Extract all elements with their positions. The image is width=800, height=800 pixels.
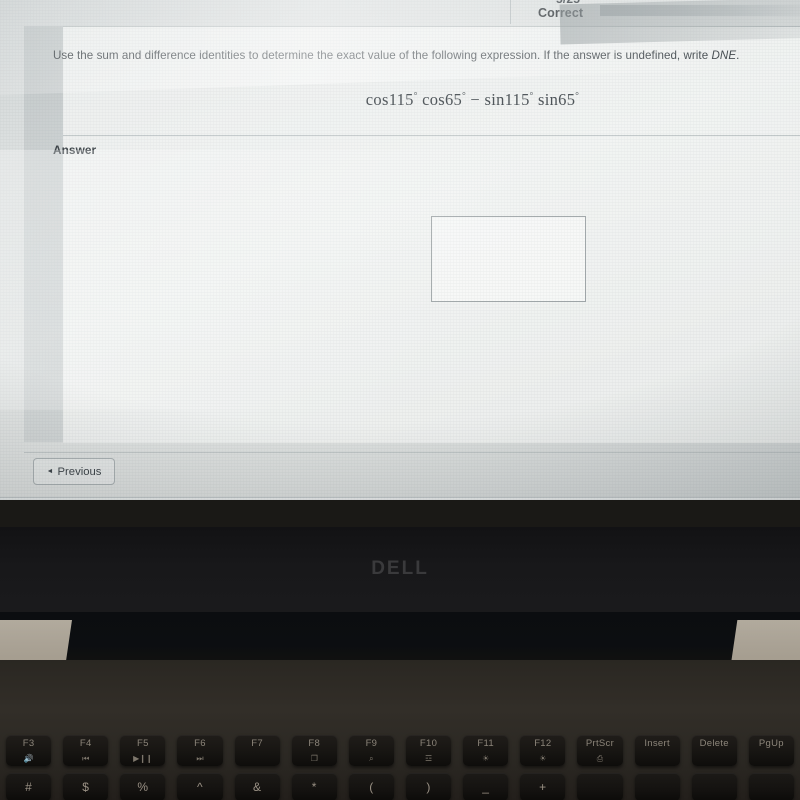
key-glyph-icon: ☀ (482, 754, 490, 763)
key-label: F8 (308, 738, 321, 749)
key-label: F6 (194, 738, 206, 749)
key-pgup[interactable]: PgUp (748, 735, 794, 766)
key-label: + (539, 780, 547, 794)
key-symbol-4[interactable]: & (234, 773, 280, 800)
laptop-photo: 5/25 Correct Use the sum and difference … (0, 0, 800, 800)
key-label: F10 (419, 738, 438, 749)
dell-logo: DELL (371, 558, 429, 579)
key-f8[interactable]: F8 ❐ (291, 735, 337, 766)
key-symbol-12[interactable] (691, 773, 737, 800)
key-prtscr[interactable]: PrtScr ⎙ (577, 735, 623, 766)
key-label: $ (82, 780, 90, 794)
key-symbol-11[interactable] (634, 773, 680, 800)
key-symbol-5[interactable]: * (291, 773, 337, 800)
laptop-screen: 5/25 Correct Use the sum and difference … (0, 0, 800, 500)
key-label: ( (369, 780, 374, 794)
key-symbol-13[interactable] (748, 773, 794, 800)
key-label: % (137, 780, 149, 794)
key-label: F4 (79, 738, 92, 749)
key-symbol-3[interactable]: ^ (177, 773, 223, 800)
keyboard-number-row: # $% ^ & * () _ + (0, 773, 800, 800)
key-glyph-icon: 🔊 (23, 754, 34, 763)
key-f5[interactable]: F5 ▶❙❙ (120, 735, 166, 766)
key-label: & (252, 780, 262, 794)
key-label: F12 (534, 738, 552, 749)
key-f3[interactable]: F3 🔊 (6, 735, 52, 766)
key-label: PgUp (758, 738, 784, 749)
key-label: PrtScr (585, 738, 615, 749)
key-label: * (311, 780, 317, 794)
key-f12[interactable]: F12 ☀ (520, 735, 566, 766)
key-symbol-8[interactable]: _ (463, 773, 509, 800)
key-symbol-6[interactable]: ( (348, 773, 394, 800)
key-insert[interactable]: Insert (634, 735, 680, 766)
key-glyph-icon: ▶❙❙ (133, 754, 153, 763)
key-label: ) (426, 780, 431, 794)
key-label: Delete (699, 738, 729, 749)
keyboard-function-row: F3 🔊 F4 ⏮ F5 ▶❙❙ F6 ⏭ F7 F8 ❐ F9 ⌕ F10 ☲ F11 ☀ F12 ☀ PrtScr… (0, 735, 800, 769)
key-glyph-icon: ⎙ (596, 754, 604, 763)
laptop-keyboard: F3 🔊 F4 ⏮ F5 ▶❙❙ F6 ⏭ F7 F8 ❐ F9 ⌕ F10 ☲ F11 ☀ F12 ☀ PrtScr… (0, 735, 800, 800)
key-f11[interactable]: F11 ☀ (463, 735, 509, 766)
key-delete[interactable]: Delete (691, 735, 737, 766)
key-label: ^ (197, 780, 203, 794)
key-f4[interactable]: F4 ⏮ (63, 735, 109, 766)
key-label: _ (482, 780, 490, 794)
key-symbol-2[interactable]: % (120, 773, 166, 800)
key-label: F3 (22, 738, 35, 749)
key-glyph-icon: ⏮ (82, 754, 90, 763)
key-glyph-icon: ☀ (539, 754, 547, 763)
key-label: F5 (137, 738, 149, 749)
key-label: # (25, 780, 33, 794)
key-glyph-icon: ❐ (310, 754, 318, 763)
key-f6[interactable]: F6 ⏭ (177, 735, 223, 766)
key-symbol-9[interactable]: + (520, 773, 566, 800)
key-f10[interactable]: F10 ☲ (405, 735, 452, 766)
key-symbol-0[interactable]: # (6, 773, 52, 800)
screen-vignette (0, 0, 800, 500)
key-symbol-10[interactable] (577, 773, 623, 800)
key-glyph-icon: ☲ (424, 754, 433, 763)
key-f9[interactable]: F9 ⌕ (348, 735, 394, 766)
key-label: F11 (477, 738, 494, 749)
key-symbol-7[interactable]: ) (405, 773, 452, 800)
key-symbol-1[interactable]: $ (63, 773, 109, 800)
key-f7[interactable]: F7 (234, 735, 280, 766)
key-glyph-icon: ⏭ (196, 754, 204, 763)
key-label: F7 (251, 738, 263, 749)
key-glyph-icon: ⌕ (369, 754, 374, 763)
key-label: F9 (365, 738, 378, 749)
key-label: Insert (644, 738, 670, 749)
